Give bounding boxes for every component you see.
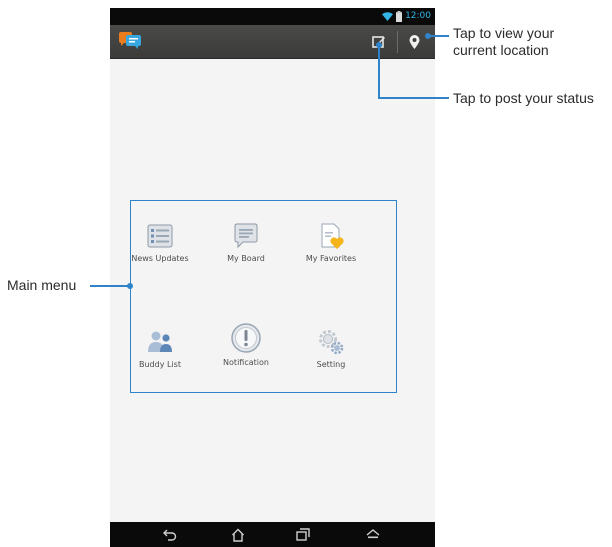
main-menu-callout-text: Main menu (7, 277, 77, 293)
main-menu-callout-dot (127, 283, 133, 289)
main-menu-highlight-box (130, 200, 397, 393)
location-callout-line (430, 35, 449, 37)
post-status-callout-line (378, 97, 449, 99)
wifi-icon (382, 12, 394, 21)
recent-apps-icon (296, 528, 310, 541)
status-time: 12:00 (405, 11, 431, 21)
menu-icon (366, 529, 380, 539)
action-bar-divider (397, 31, 398, 53)
location-callout-text: Tap to view your current location (453, 25, 555, 58)
recent-apps-button[interactable] (293, 526, 313, 543)
action-bar (110, 25, 435, 59)
battery-icon (396, 11, 403, 22)
status-bar: 12:00 (110, 8, 435, 25)
post-status-callout-line (378, 45, 380, 98)
post-status-callout-text: Tap to post your status (453, 90, 594, 106)
back-icon (163, 529, 177, 541)
status-icons: 12:00 (382, 10, 431, 23)
location-button[interactable] (404, 31, 424, 53)
chat-bubbles-icon[interactable] (118, 32, 142, 51)
location-pin-icon (409, 35, 419, 49)
home-button[interactable] (228, 526, 248, 543)
main-menu-callout-line (90, 285, 130, 287)
back-button[interactable] (160, 526, 180, 543)
menu-button[interactable] (363, 526, 383, 543)
home-icon (232, 528, 244, 542)
navigation-bar (110, 522, 435, 547)
